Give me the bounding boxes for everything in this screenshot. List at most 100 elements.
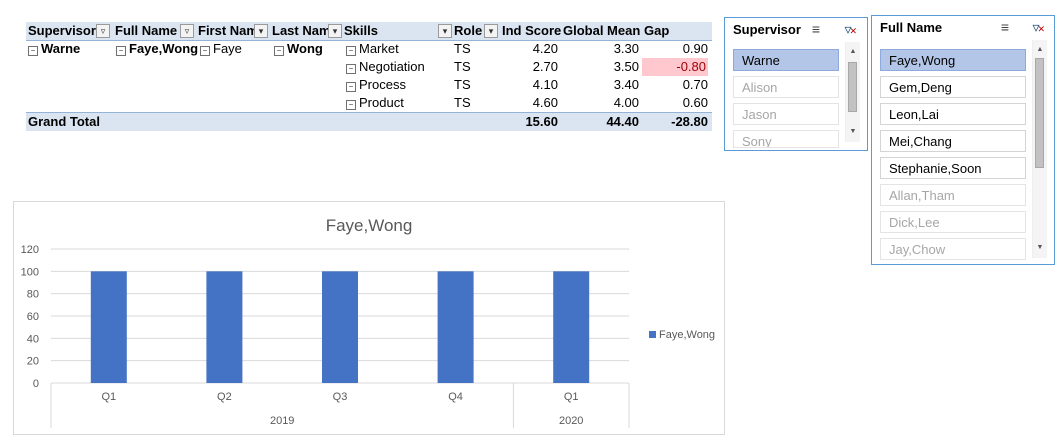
scroll-up-icon[interactable]: ▲	[846, 46, 860, 58]
slicer-item-warne[interactable]: Warne	[733, 49, 839, 71]
multi-select-icon[interactable]: ≡	[807, 21, 825, 37]
slicer-item-alison[interactable]: Alison	[733, 76, 839, 98]
role-cell: TS	[454, 95, 471, 110]
total-global-mean: 44.40	[606, 114, 639, 129]
slicer-item-jay-chow[interactable]: Jay,Chow	[880, 238, 1026, 260]
supervisor-slicer-scrollbar[interactable]: ▲ ▼	[845, 42, 860, 142]
y-tick-label: 100	[21, 266, 39, 278]
clear-filter-icon[interactable]: ▿ ✕	[1027, 19, 1045, 35]
fullname-filter-button-icon[interactable]: ▿	[180, 24, 194, 38]
global-mean-cell: 3.40	[613, 77, 639, 92]
legend-label: Faye,Wong	[659, 329, 715, 341]
y-tick-label: 20	[27, 356, 39, 368]
slicer-item-faye-wong[interactable]: Faye,Wong	[880, 49, 1026, 71]
scroll-thumb[interactable]	[848, 62, 857, 112]
header-full-name: Full Name	[115, 23, 178, 38]
chart-plot: 0 20 40 60 80 100 120 Q1 Q2 Q3 Q4 Q1 2019 2020 Faye,Wo…	[21, 244, 715, 428]
skill-cell[interactable]: − Product	[346, 94, 404, 112]
supervisor-group-cell[interactable]: − Warne	[28, 40, 80, 58]
fullname-group-cell[interactable]: − Faye,Wong	[116, 40, 198, 58]
x-tick-label: Q1	[564, 391, 579, 403]
fullname-slicer-scrollbar[interactable]: ▲ ▼	[1032, 40, 1047, 258]
pivot-row: − Process TS 4.10 3.40 0.70	[26, 76, 712, 94]
global-mean-cell: 4.00	[613, 95, 639, 110]
slicer-item-gem-deng[interactable]: Gem,Deng	[880, 76, 1026, 98]
global-mean-cell: 3.30	[613, 41, 639, 56]
collapse-icon[interactable]: −	[116, 46, 126, 56]
slicer-item-stephanie-soon[interactable]: Stephanie,Soon	[880, 157, 1026, 179]
role-cell: TS	[454, 41, 471, 56]
y-tick-label: 80	[27, 289, 39, 301]
group-label: 2019	[270, 415, 294, 427]
ind-score-cell: 4.10	[532, 77, 558, 92]
grand-total-label: Grand Total	[28, 114, 100, 129]
global-mean-cell: 3.50	[613, 59, 639, 74]
supervisor-slicer: Supervisor ≡ ▿ ✕ Warne Alison Jason Sony …	[724, 17, 868, 151]
pivot-header-row: Supervisor ▿ Full Name ▿ First Nam ▾ Las…	[26, 22, 712, 41]
bar	[206, 271, 243, 383]
slicer-title: Supervisor	[733, 22, 801, 37]
chart-title: Faye,Wong	[325, 216, 413, 235]
slicer-title: Full Name	[880, 20, 943, 35]
collapse-icon[interactable]: −	[200, 46, 210, 56]
bar	[322, 271, 358, 383]
scroll-thumb[interactable]	[1035, 58, 1044, 168]
role-dropdown-arrow-icon[interactable]: ▾	[484, 24, 498, 38]
collapse-icon[interactable]: −	[28, 46, 38, 56]
pivot-row: − Negotiation TS 2.70 3.50 -0.80	[26, 58, 712, 76]
x-tick-label: Q4	[448, 391, 463, 403]
ind-score-cell: 4.60	[532, 95, 558, 110]
header-skills: Skills	[344, 23, 378, 38]
slicer-item-allan-tham[interactable]: Allan,Tham	[880, 184, 1026, 206]
collapse-icon[interactable]: −	[346, 100, 356, 110]
slicer-item-dick-lee[interactable]: Dick,Lee	[880, 211, 1026, 233]
scroll-up-icon[interactable]: ▲	[1033, 44, 1047, 56]
scroll-down-icon[interactable]: ▼	[1033, 242, 1047, 254]
role-cell: TS	[454, 77, 471, 92]
slicer-item-leon-lai[interactable]: Leon,Lai	[880, 103, 1026, 125]
gap-cell-negative: -0.80	[642, 58, 708, 76]
legend-swatch	[649, 331, 656, 338]
header-gap: Gap	[644, 23, 670, 38]
slicer-item-mei-chang[interactable]: Mei,Chang	[880, 130, 1026, 152]
collapse-icon[interactable]: −	[274, 46, 284, 56]
header-last-name: Last Nam	[272, 23, 328, 38]
total-gap: -28.80	[671, 114, 708, 129]
role-cell: TS	[454, 59, 471, 74]
bar	[553, 271, 590, 383]
y-tick-label: 120	[21, 244, 39, 256]
lastname-dropdown-arrow-icon[interactable]: ▾	[328, 24, 342, 38]
bar	[437, 271, 474, 383]
firstname-group-cell[interactable]: − Faye	[200, 40, 242, 58]
supervisor-filter-button-icon[interactable]: ▿	[96, 24, 110, 38]
collapse-icon[interactable]: −	[346, 82, 356, 92]
firstname-dropdown-arrow-icon[interactable]: ▾	[254, 24, 268, 38]
slicer-item-sony[interactable]: Sony	[733, 130, 839, 148]
header-supervisor: Supervisor	[28, 23, 96, 38]
total-ind-score: 15.60	[525, 114, 558, 129]
scroll-down-icon[interactable]: ▼	[846, 126, 860, 138]
collapse-icon[interactable]: −	[346, 64, 356, 74]
pivot-row: − Product TS 4.60 4.00 0.60	[26, 94, 712, 112]
skill-cell[interactable]: − Market	[346, 40, 399, 58]
skill-cell[interactable]: − Process	[346, 76, 406, 94]
clear-filter-icon[interactable]: ▿ ✕	[839, 21, 857, 37]
bar	[90, 271, 127, 383]
x-tick-label: Q3	[333, 391, 348, 403]
skills-dropdown-arrow-icon[interactable]: ▾	[438, 24, 452, 38]
skill-cell[interactable]: − Negotiation	[346, 58, 425, 76]
bar-chart[interactable]: Faye,Wong 0 20 40 60 80 100 120 Q1 Q2 Q3 Q4 Q1 2019 2…	[13, 201, 725, 435]
grand-total-row: Grand Total 15.60 44.40 -28.80	[26, 112, 712, 131]
fullname-slicer: Full Name ≡ ▿ ✕ Faye,Wong Gem,Deng Leon,L…	[871, 15, 1055, 265]
collapse-icon[interactable]: −	[346, 46, 356, 56]
header-first-name: First Nam	[198, 23, 254, 38]
gap-cell: 0.70	[682, 77, 708, 92]
ind-score-cell: 4.20	[532, 41, 558, 56]
pivot-row: − Warne − Faye,Wong − Faye − Wong − Market TS…	[26, 40, 712, 58]
y-tick-label: 40	[27, 333, 39, 345]
group-label: 2020	[559, 415, 583, 427]
slicer-item-jason[interactable]: Jason	[733, 103, 839, 125]
x-tick-label: Q1	[101, 391, 116, 403]
multi-select-icon[interactable]: ≡	[996, 19, 1014, 35]
lastname-group-cell[interactable]: − Wong	[274, 40, 323, 58]
